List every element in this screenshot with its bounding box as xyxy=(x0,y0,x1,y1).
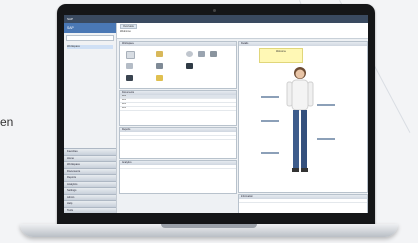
panel-details: Details Welcome xyxy=(238,41,368,193)
nav-tree: Workspace xyxy=(64,43,116,51)
panel-reports: Reports xyxy=(119,127,237,159)
annotation-line xyxy=(317,138,335,140)
laptop: SAP SAP Workspace Favorites Home Workspa… xyxy=(57,4,375,225)
panel-information: Information xyxy=(238,194,368,213)
panel-title: Workspace xyxy=(120,42,236,46)
search-input[interactable] xyxy=(66,35,114,41)
list-icon[interactable] xyxy=(126,63,133,69)
list-item[interactable] xyxy=(120,165,236,169)
nav-section[interactable]: Tools xyxy=(64,206,116,213)
panel-title: Details xyxy=(239,42,367,46)
notice-box: Welcome xyxy=(259,48,303,63)
laptop-notch xyxy=(161,224,257,228)
left-navigation: SAP Workspace Favorites Home Workspace D… xyxy=(64,23,117,213)
folder-icon[interactable] xyxy=(156,51,163,57)
calendar-icon[interactable] xyxy=(126,75,133,81)
person-image xyxy=(286,67,314,172)
annotation-line xyxy=(261,152,279,154)
tab-overview[interactable]: Overview xyxy=(120,24,137,29)
annotation-line xyxy=(261,96,279,98)
content-text: Welcome xyxy=(120,30,131,33)
settings-icon[interactable] xyxy=(186,63,193,69)
chart-icon[interactable] xyxy=(210,51,217,57)
annotation-line xyxy=(261,120,279,122)
annotation-line xyxy=(317,104,335,106)
content-header: Overview Welcome xyxy=(117,23,368,39)
app-window: SAP Workspace Favorites Home Workspace D… xyxy=(64,23,368,213)
camera xyxy=(213,9,216,12)
list-item[interactable] xyxy=(239,199,367,203)
user-icon[interactable] xyxy=(156,63,163,69)
gear-icon[interactable] xyxy=(186,51,193,57)
nav-sections: Favorites Home Workspace Documents Repor… xyxy=(64,148,116,213)
side-text: en xyxy=(0,115,14,129)
list-item[interactable] xyxy=(120,136,236,140)
tree-item[interactable]: Workspace xyxy=(67,45,113,49)
star-icon[interactable] xyxy=(156,75,163,81)
panel-workspace: Workspace xyxy=(119,41,237,89)
document-icon[interactable] xyxy=(126,51,135,59)
panel-analytics: Analytics xyxy=(119,160,237,194)
panel-documents: Documents Item Item Item Item xyxy=(119,90,237,126)
table-row[interactable]: Item xyxy=(120,107,236,111)
tool-icon[interactable] xyxy=(198,51,205,57)
app-logo: SAP xyxy=(64,23,116,33)
main-area: Overview Welcome Workspace Documents Ite… xyxy=(117,23,368,213)
title-bar: SAP xyxy=(64,15,368,23)
laptop-screen: SAP SAP Workspace Favorites Home Workspa… xyxy=(64,15,368,213)
